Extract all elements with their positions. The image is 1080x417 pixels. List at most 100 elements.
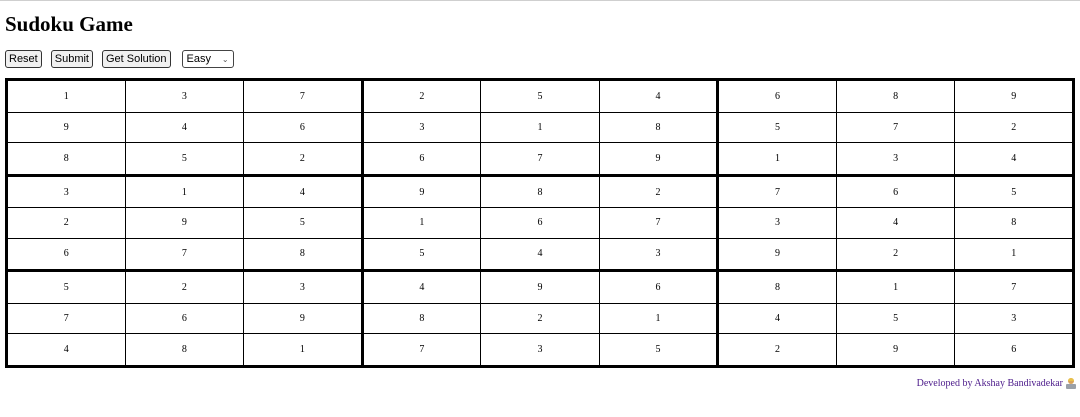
grid-row: 523496817 bbox=[6, 269, 1074, 304]
grid-cell[interactable]: 4 bbox=[835, 207, 956, 239]
grid-cell[interactable]: 2 bbox=[360, 79, 482, 113]
credit-text: Developed by Akshay Bandivadekar bbox=[916, 378, 1063, 389]
grid-cell[interactable]: 5 bbox=[954, 173, 1074, 209]
grid-row: 481735296 bbox=[6, 333, 1074, 367]
grid-cell[interactable]: 5 bbox=[6, 269, 126, 304]
grid-cell[interactable]: 5 bbox=[598, 333, 719, 367]
grid-cell[interactable]: 1 bbox=[598, 302, 719, 335]
grid-cell[interactable]: 8 bbox=[480, 173, 600, 209]
grid-cell[interactable]: 4 bbox=[480, 237, 600, 272]
page-title: Sudoku Game bbox=[5, 12, 133, 36]
grid-cell[interactable]: 2 bbox=[480, 302, 600, 335]
grid-cell[interactable]: 6 bbox=[835, 173, 956, 209]
grid-row: 137254689 bbox=[6, 79, 1074, 113]
grid-cell[interactable]: 4 bbox=[243, 173, 363, 209]
grid-cell[interactable]: 5 bbox=[480, 79, 600, 113]
grid-row: 678543921 bbox=[6, 237, 1074, 272]
grid-cell[interactable]: 3 bbox=[598, 237, 719, 272]
grid-cell[interactable]: 1 bbox=[716, 141, 837, 176]
grid-cell[interactable]: 5 bbox=[360, 237, 482, 272]
grid-cell[interactable]: 8 bbox=[835, 79, 956, 113]
grid-cell[interactable]: 3 bbox=[360, 111, 482, 143]
grid-cell[interactable]: 5 bbox=[243, 207, 363, 239]
grid-cell[interactable]: 8 bbox=[716, 269, 837, 304]
grid-cell[interactable]: 9 bbox=[6, 111, 126, 143]
grid-cell[interactable]: 2 bbox=[716, 333, 837, 367]
grid-cell[interactable]: 8 bbox=[6, 141, 126, 176]
grid-cell[interactable]: 2 bbox=[835, 237, 956, 272]
grid-cell[interactable]: 5 bbox=[716, 111, 837, 143]
grid-cell[interactable]: 1 bbox=[835, 269, 956, 304]
reset-button[interactable]: Reset bbox=[5, 50, 42, 68]
difficulty-select[interactable]: Easy ⌄ bbox=[181, 50, 234, 68]
grid-cell[interactable]: 6 bbox=[954, 333, 1074, 367]
grid-cell[interactable]: 2 bbox=[124, 269, 245, 304]
grid-cell[interactable]: 7 bbox=[835, 111, 956, 143]
grid-cell[interactable]: 7 bbox=[954, 269, 1074, 304]
sudoku-grid: 1372546899463185728526791343149827652951… bbox=[5, 78, 1075, 368]
grid-cell[interactable]: 6 bbox=[360, 141, 482, 176]
grid-cell[interactable]: 4 bbox=[124, 111, 245, 143]
grid-row: 852679134 bbox=[6, 141, 1074, 176]
grid-cell[interactable]: 4 bbox=[360, 269, 482, 304]
grid-cell[interactable]: 8 bbox=[124, 333, 245, 367]
grid-cell[interactable]: 2 bbox=[954, 111, 1074, 143]
grid-cell[interactable]: 8 bbox=[360, 302, 482, 335]
grid-cell[interactable]: 3 bbox=[716, 207, 837, 239]
grid-cell[interactable]: 3 bbox=[954, 302, 1074, 335]
difficulty-selected-value: Easy bbox=[186, 53, 212, 65]
submit-button[interactable]: Submit bbox=[50, 50, 93, 68]
grid-cell[interactable]: 3 bbox=[835, 141, 956, 176]
grid-cell[interactable]: 9 bbox=[243, 302, 363, 335]
grid-cell[interactable]: 6 bbox=[598, 269, 719, 304]
grid-cell[interactable]: 2 bbox=[243, 141, 363, 176]
grid-cell[interactable]: 6 bbox=[124, 302, 245, 335]
grid-row: 769821453 bbox=[6, 302, 1074, 335]
technologist-icon bbox=[1066, 378, 1076, 389]
grid-cell[interactable]: 3 bbox=[243, 269, 363, 304]
grid-cell[interactable]: 5 bbox=[124, 141, 245, 176]
grid-row: 295167348 bbox=[6, 207, 1074, 239]
get-solution-button[interactable]: Get Solution bbox=[102, 50, 171, 68]
grid-cell[interactable]: 7 bbox=[360, 333, 482, 367]
grid-cell[interactable]: 3 bbox=[124, 79, 245, 113]
grid-cell[interactable]: 3 bbox=[6, 173, 126, 209]
chevron-down-icon: ⌄ bbox=[221, 54, 229, 64]
grid-cell[interactable]: 2 bbox=[6, 207, 126, 239]
grid-cell[interactable]: 9 bbox=[716, 237, 837, 272]
grid-cell[interactable]: 8 bbox=[598, 111, 719, 143]
grid-cell[interactable]: 1 bbox=[360, 207, 482, 239]
grid-cell[interactable]: 9 bbox=[480, 269, 600, 304]
grid-cell[interactable]: 6 bbox=[716, 79, 837, 113]
grid-cell[interactable]: 1 bbox=[6, 79, 126, 113]
grid-cell[interactable]: 3 bbox=[480, 333, 600, 367]
grid-cell[interactable]: 9 bbox=[835, 333, 956, 367]
grid-cell[interactable]: 8 bbox=[243, 237, 363, 272]
grid-cell[interactable]: 9 bbox=[360, 173, 482, 209]
grid-cell[interactable]: 7 bbox=[598, 207, 719, 239]
grid-cell[interactable]: 8 bbox=[954, 207, 1074, 239]
grid-cell[interactable]: 4 bbox=[6, 333, 126, 367]
grid-cell[interactable]: 7 bbox=[243, 79, 363, 113]
footer-credit: Developed by Akshay Bandivadekar bbox=[917, 378, 1076, 389]
grid-cell[interactable]: 4 bbox=[598, 79, 719, 113]
grid-cell[interactable]: 7 bbox=[716, 173, 837, 209]
grid-cell[interactable]: 5 bbox=[835, 302, 956, 335]
grid-cell[interactable]: 1 bbox=[124, 173, 245, 209]
grid-cell[interactable]: 1 bbox=[954, 237, 1074, 272]
grid-cell[interactable]: 7 bbox=[6, 302, 126, 335]
grid-cell[interactable]: 7 bbox=[124, 237, 245, 272]
grid-cell[interactable]: 9 bbox=[124, 207, 245, 239]
grid-cell[interactable]: 1 bbox=[480, 111, 600, 143]
grid-row: 314982765 bbox=[6, 173, 1074, 209]
grid-cell[interactable]: 6 bbox=[243, 111, 363, 143]
grid-cell[interactable]: 9 bbox=[954, 79, 1074, 113]
grid-cell[interactable]: 6 bbox=[480, 207, 600, 239]
grid-cell[interactable]: 1 bbox=[243, 333, 363, 367]
grid-cell[interactable]: 4 bbox=[716, 302, 837, 335]
grid-cell[interactable]: 7 bbox=[480, 141, 600, 176]
grid-cell[interactable]: 4 bbox=[954, 141, 1074, 176]
grid-cell[interactable]: 6 bbox=[6, 237, 126, 272]
grid-cell[interactable]: 2 bbox=[598, 173, 719, 209]
grid-cell[interactable]: 9 bbox=[598, 141, 719, 176]
